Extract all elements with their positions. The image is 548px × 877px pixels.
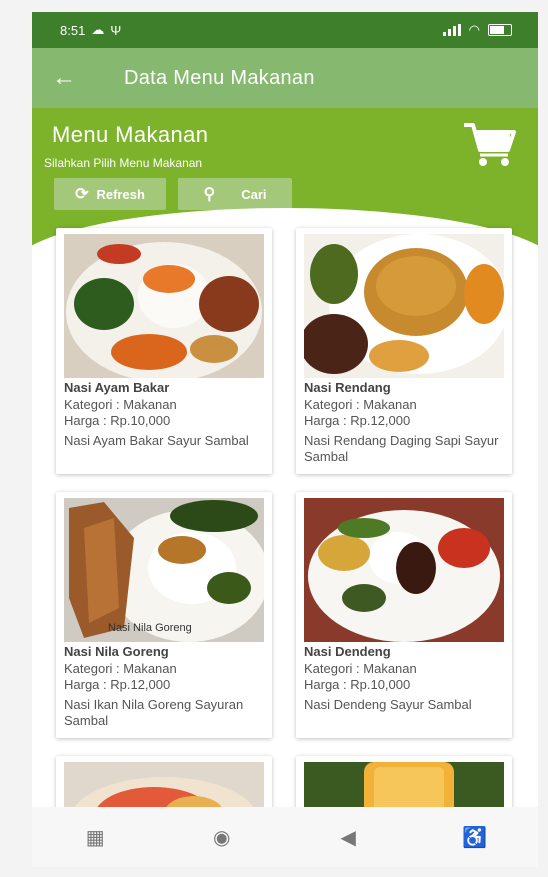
- menu-description: Nasi Rendang Daging Sapi Sayur Sambal: [304, 433, 499, 464]
- cloud-icon: ☁: [91, 22, 105, 37]
- accessibility-icon[interactable]: ♿: [455, 825, 495, 850]
- battery-icon: [488, 24, 512, 36]
- menu-category: Kategori : Makanan: [64, 397, 177, 412]
- food-image: [64, 234, 264, 378]
- menu-description: Nasi Ayam Bakar Sayur Sambal: [64, 433, 249, 448]
- menu-description: Nasi Ikan Nila Goreng Sayuran Sambal: [64, 697, 244, 728]
- shopping-cart-icon[interactable]: [462, 120, 518, 168]
- status-bar: 8:51 ☁ Ψ ◠: [32, 12, 538, 48]
- usb-icon: Ψ: [110, 22, 122, 38]
- refresh-button[interactable]: ⟳ Refresh: [54, 178, 166, 210]
- menu-price: Harga : Rp.10,000: [64, 413, 171, 428]
- refresh-icon: ⟳: [75, 186, 89, 203]
- menu-name: Nasi Nila Goreng: [64, 644, 169, 659]
- food-image: [304, 234, 504, 378]
- arrow-left-icon[interactable]: ←: [52, 64, 92, 92]
- menu-name: Nasi Dendeng: [304, 644, 391, 659]
- menu-description: Nasi Dendeng Sayur Sambal: [304, 697, 472, 712]
- menu-price: Harga : Rp.12,000: [64, 677, 171, 692]
- menu-card-nasi-nila-goreng[interactable]: Nasi Nila Goreng Nasi Nila Goreng Katego…: [56, 492, 272, 738]
- phone-screen: 8:51 ☁ Ψ ◠ ← Data Menu Makanan Menu Maka…: [32, 12, 538, 867]
- menu-category: Kategori : Makanan: [304, 397, 417, 412]
- home-icon[interactable]: ◉: [202, 825, 242, 850]
- menu-price: Harga : Rp.10,000: [304, 677, 411, 692]
- menu-name: Nasi Ayam Bakar: [64, 380, 170, 395]
- search-icon: ⚲: [203, 186, 216, 203]
- refresh-button-label: Refresh: [96, 186, 145, 202]
- signal-icon: [442, 24, 461, 36]
- menu-category: Kategori : Makanan: [304, 661, 417, 676]
- app-toolbar: ← Data Menu Makanan: [32, 48, 538, 108]
- image-caption: Nasi Nila Goreng: [108, 622, 192, 634]
- wifi-icon: ◠: [468, 22, 480, 37]
- menu-card-nasi-rendang[interactable]: Nasi Rendang Kategori : Makanan Harga : …: [296, 228, 512, 474]
- page-title: Menu Makanan: [52, 122, 209, 147]
- menu-name: Nasi Rendang: [304, 380, 391, 395]
- search-button[interactable]: ⚲ Cari: [178, 178, 292, 210]
- food-image: [64, 498, 264, 642]
- menu-category: Kategori : Makanan: [64, 661, 177, 676]
- toolbar-title: Data Menu Makanan: [124, 66, 315, 89]
- menu-card-nasi-dendeng[interactable]: Nasi Dendeng Kategori : Makanan Harga : …: [296, 492, 512, 738]
- status-time: 8:51: [60, 22, 86, 38]
- menu-card-nasi-ayam-bakar[interactable]: Nasi Ayam Bakar Kategori : Makanan Harga…: [56, 228, 272, 474]
- search-button-label: Cari: [241, 186, 267, 202]
- back-icon[interactable]: ◀: [328, 825, 368, 850]
- menu-price: Harga : Rp.12,000: [304, 413, 411, 428]
- page-subtitle: Silahkan Pilih Menu Makanan: [44, 156, 203, 170]
- recent-apps-icon[interactable]: ▦: [75, 825, 115, 850]
- system-nav-bar: ▦ ◉ ◀ ♿: [32, 807, 538, 867]
- food-image: [304, 498, 504, 642]
